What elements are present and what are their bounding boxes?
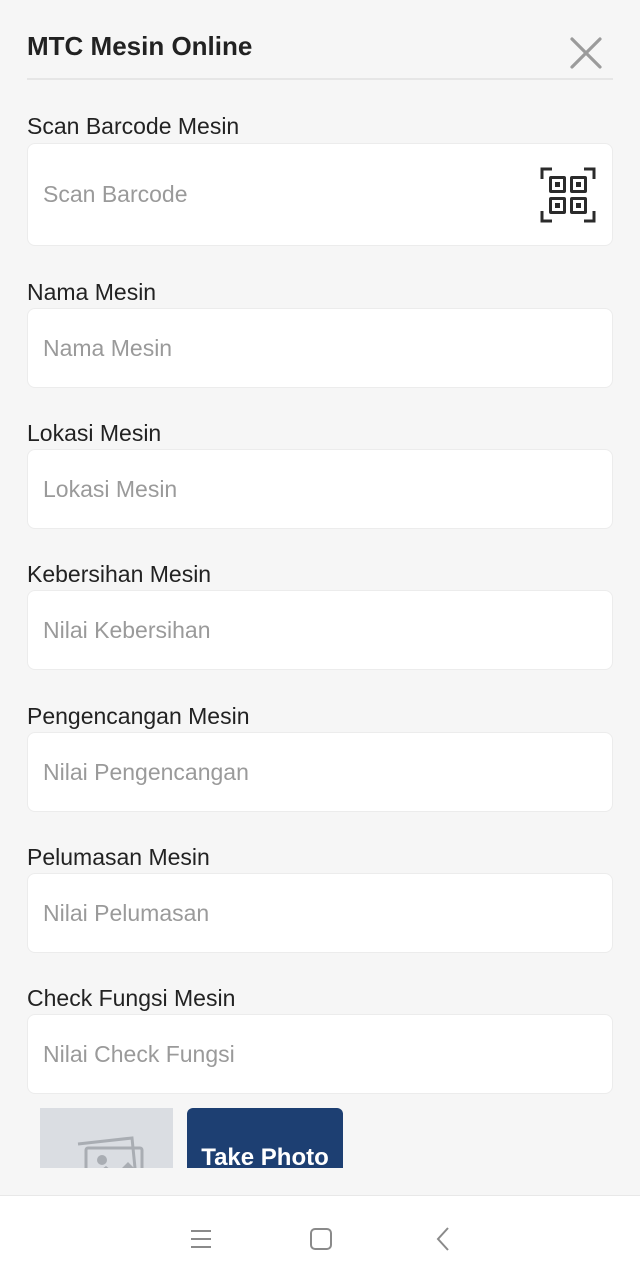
- kebersihan-mesin-field: [27, 590, 613, 670]
- photo-thumbnail[interactable]: [40, 1108, 173, 1168]
- form-modal: MTC Mesin Online Scan Barcode Mesin Scan…: [0, 0, 640, 1168]
- menu-icon[interactable]: [186, 1224, 216, 1254]
- pelumasan-mesin-label: Pelumasan Mesin: [27, 844, 210, 870]
- check-fungsi-mesin-input[interactable]: [43, 1015, 543, 1093]
- nama-mesin-input[interactable]: [43, 309, 543, 387]
- scan-barcode-field: [27, 143, 613, 246]
- lokasi-mesin-label: Lokasi Mesin: [27, 420, 162, 446]
- lokasi-mesin-input[interactable]: [43, 450, 543, 528]
- take-photo-button[interactable]: Take Photo: [187, 1108, 343, 1168]
- pengencangan-mesin-field: [27, 732, 613, 812]
- nama-mesin-field: [27, 308, 613, 388]
- system-navigation-bar: [0, 1195, 640, 1280]
- qr-code-icon[interactable]: [540, 167, 596, 223]
- page-title: MTC Mesin Online: [27, 31, 253, 61]
- screen: MTC Mesin Online Scan Barcode Mesin Scan…: [0, 0, 640, 1280]
- scan-barcode-label: Scan Barcode Mesin: [27, 113, 240, 139]
- kebersihan-mesin-label: Kebersihan Mesin: [27, 561, 212, 587]
- pelumasan-mesin-input[interactable]: [43, 874, 543, 952]
- home-square-icon[interactable]: [306, 1224, 336, 1254]
- pengencangan-mesin-label: Pengencangan Mesin: [27, 703, 250, 729]
- check-fungsi-mesin-field: [27, 1014, 613, 1094]
- check-fungsi-mesin-label: Check Fungsi Mesin: [27, 985, 236, 1011]
- pelumasan-mesin-field: [27, 873, 613, 953]
- pengencangan-mesin-input[interactable]: [43, 733, 543, 811]
- image-placeholder-icon: [77, 1136, 144, 1168]
- nama-mesin-label: Nama Mesin: [27, 279, 157, 305]
- scan-barcode-input[interactable]: [43, 144, 543, 245]
- lokasi-mesin-field: [27, 449, 613, 529]
- back-chevron-icon[interactable]: [429, 1224, 459, 1254]
- close-icon[interactable]: [569, 36, 603, 70]
- kebersihan-mesin-input[interactable]: [43, 591, 543, 669]
- modal-header: MTC Mesin Online: [27, 0, 613, 80]
